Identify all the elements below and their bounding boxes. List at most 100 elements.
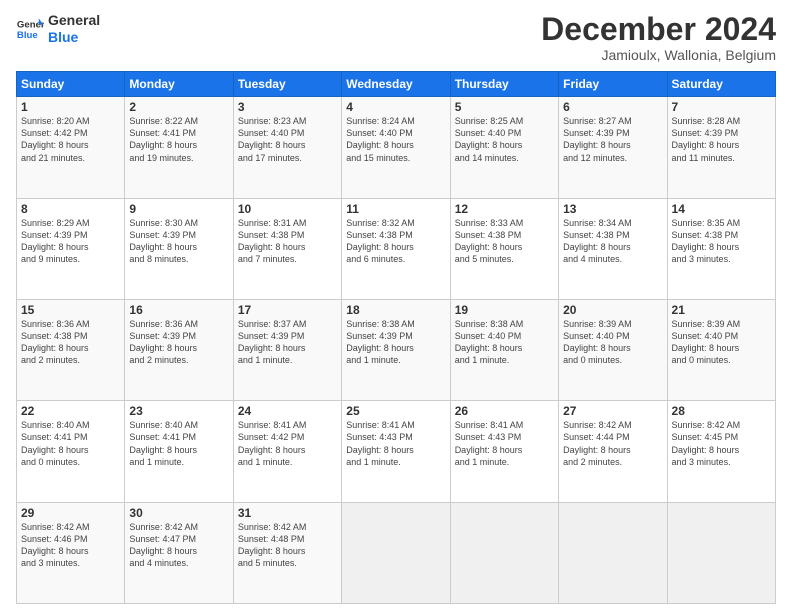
day-number: 30 — [129, 506, 228, 520]
cell-info: Sunrise: 8:23 AM Sunset: 4:40 PM Dayligh… — [238, 115, 337, 164]
day-number: 16 — [129, 303, 228, 317]
cell-info: Sunrise: 8:37 AM Sunset: 4:39 PM Dayligh… — [238, 318, 337, 367]
calendar-cell: 12Sunrise: 8:33 AM Sunset: 4:38 PM Dayli… — [450, 198, 558, 299]
calendar-week-1: 1Sunrise: 8:20 AM Sunset: 4:42 PM Daylig… — [17, 97, 776, 198]
day-number: 24 — [238, 404, 337, 418]
calendar-cell: 2Sunrise: 8:22 AM Sunset: 4:41 PM Daylig… — [125, 97, 233, 198]
calendar-week-5: 29Sunrise: 8:42 AM Sunset: 4:46 PM Dayli… — [17, 502, 776, 603]
calendar-cell: 27Sunrise: 8:42 AM Sunset: 4:44 PM Dayli… — [559, 401, 667, 502]
calendar-cell: 25Sunrise: 8:41 AM Sunset: 4:43 PM Dayli… — [342, 401, 450, 502]
calendar-week-2: 8Sunrise: 8:29 AM Sunset: 4:39 PM Daylig… — [17, 198, 776, 299]
calendar-cell: 19Sunrise: 8:38 AM Sunset: 4:40 PM Dayli… — [450, 299, 558, 400]
weekday-header-monday: Monday — [125, 72, 233, 97]
calendar-cell — [342, 502, 450, 603]
day-number: 2 — [129, 100, 228, 114]
cell-info: Sunrise: 8:32 AM Sunset: 4:38 PM Dayligh… — [346, 217, 445, 266]
day-number: 6 — [563, 100, 662, 114]
calendar-cell: 13Sunrise: 8:34 AM Sunset: 4:38 PM Dayli… — [559, 198, 667, 299]
weekday-header-row: SundayMondayTuesdayWednesdayThursdayFrid… — [17, 72, 776, 97]
calendar-cell — [559, 502, 667, 603]
weekday-header-wednesday: Wednesday — [342, 72, 450, 97]
day-number: 28 — [672, 404, 771, 418]
day-number: 20 — [563, 303, 662, 317]
logo-general: General — [48, 12, 100, 29]
calendar-cell — [667, 502, 775, 603]
day-number: 13 — [563, 202, 662, 216]
cell-info: Sunrise: 8:30 AM Sunset: 4:39 PM Dayligh… — [129, 217, 228, 266]
day-number: 1 — [21, 100, 120, 114]
calendar-cell: 24Sunrise: 8:41 AM Sunset: 4:42 PM Dayli… — [233, 401, 341, 502]
cell-info: Sunrise: 8:31 AM Sunset: 4:38 PM Dayligh… — [238, 217, 337, 266]
calendar-cell: 14Sunrise: 8:35 AM Sunset: 4:38 PM Dayli… — [667, 198, 775, 299]
calendar-cell: 18Sunrise: 8:38 AM Sunset: 4:39 PM Dayli… — [342, 299, 450, 400]
day-number: 26 — [455, 404, 554, 418]
calendar-cell: 6Sunrise: 8:27 AM Sunset: 4:39 PM Daylig… — [559, 97, 667, 198]
svg-text:Blue: Blue — [17, 30, 38, 41]
logo-blue: Blue — [48, 29, 100, 46]
weekday-header-friday: Friday — [559, 72, 667, 97]
day-number: 23 — [129, 404, 228, 418]
cell-info: Sunrise: 8:24 AM Sunset: 4:40 PM Dayligh… — [346, 115, 445, 164]
day-number: 11 — [346, 202, 445, 216]
calendar-week-4: 22Sunrise: 8:40 AM Sunset: 4:41 PM Dayli… — [17, 401, 776, 502]
cell-info: Sunrise: 8:29 AM Sunset: 4:39 PM Dayligh… — [21, 217, 120, 266]
calendar-cell: 3Sunrise: 8:23 AM Sunset: 4:40 PM Daylig… — [233, 97, 341, 198]
cell-info: Sunrise: 8:38 AM Sunset: 4:39 PM Dayligh… — [346, 318, 445, 367]
cell-info: Sunrise: 8:41 AM Sunset: 4:43 PM Dayligh… — [346, 419, 445, 468]
day-number: 14 — [672, 202, 771, 216]
cell-info: Sunrise: 8:39 AM Sunset: 4:40 PM Dayligh… — [672, 318, 771, 367]
day-number: 22 — [21, 404, 120, 418]
calendar-cell: 21Sunrise: 8:39 AM Sunset: 4:40 PM Dayli… — [667, 299, 775, 400]
calendar-cell: 1Sunrise: 8:20 AM Sunset: 4:42 PM Daylig… — [17, 97, 125, 198]
location: Jamioulx, Wallonia, Belgium — [541, 47, 776, 63]
calendar-cell: 30Sunrise: 8:42 AM Sunset: 4:47 PM Dayli… — [125, 502, 233, 603]
calendar-cell: 22Sunrise: 8:40 AM Sunset: 4:41 PM Dayli… — [17, 401, 125, 502]
calendar-week-3: 15Sunrise: 8:36 AM Sunset: 4:38 PM Dayli… — [17, 299, 776, 400]
calendar-cell: 17Sunrise: 8:37 AM Sunset: 4:39 PM Dayli… — [233, 299, 341, 400]
cell-info: Sunrise: 8:35 AM Sunset: 4:38 PM Dayligh… — [672, 217, 771, 266]
cell-info: Sunrise: 8:41 AM Sunset: 4:43 PM Dayligh… — [455, 419, 554, 468]
calendar-cell: 11Sunrise: 8:32 AM Sunset: 4:38 PM Dayli… — [342, 198, 450, 299]
cell-info: Sunrise: 8:42 AM Sunset: 4:44 PM Dayligh… — [563, 419, 662, 468]
day-number: 19 — [455, 303, 554, 317]
cell-info: Sunrise: 8:25 AM Sunset: 4:40 PM Dayligh… — [455, 115, 554, 164]
calendar-cell: 31Sunrise: 8:42 AM Sunset: 4:48 PM Dayli… — [233, 502, 341, 603]
day-number: 10 — [238, 202, 337, 216]
calendar-cell: 9Sunrise: 8:30 AM Sunset: 4:39 PM Daylig… — [125, 198, 233, 299]
calendar-cell: 28Sunrise: 8:42 AM Sunset: 4:45 PM Dayli… — [667, 401, 775, 502]
calendar-cell: 5Sunrise: 8:25 AM Sunset: 4:40 PM Daylig… — [450, 97, 558, 198]
page: General Blue General Blue December 2024 … — [0, 0, 792, 612]
logo: General Blue General Blue — [16, 12, 100, 46]
day-number: 8 — [21, 202, 120, 216]
day-number: 29 — [21, 506, 120, 520]
calendar-cell: 15Sunrise: 8:36 AM Sunset: 4:38 PM Dayli… — [17, 299, 125, 400]
cell-info: Sunrise: 8:22 AM Sunset: 4:41 PM Dayligh… — [129, 115, 228, 164]
cell-info: Sunrise: 8:42 AM Sunset: 4:45 PM Dayligh… — [672, 419, 771, 468]
day-number: 9 — [129, 202, 228, 216]
cell-info: Sunrise: 8:40 AM Sunset: 4:41 PM Dayligh… — [21, 419, 120, 468]
day-number: 4 — [346, 100, 445, 114]
day-number: 15 — [21, 303, 120, 317]
cell-info: Sunrise: 8:42 AM Sunset: 4:48 PM Dayligh… — [238, 521, 337, 570]
cell-info: Sunrise: 8:33 AM Sunset: 4:38 PM Dayligh… — [455, 217, 554, 266]
cell-info: Sunrise: 8:27 AM Sunset: 4:39 PM Dayligh… — [563, 115, 662, 164]
day-number: 27 — [563, 404, 662, 418]
cell-info: Sunrise: 8:39 AM Sunset: 4:40 PM Dayligh… — [563, 318, 662, 367]
day-number: 5 — [455, 100, 554, 114]
title-block: December 2024 Jamioulx, Wallonia, Belgiu… — [541, 12, 776, 63]
weekday-header-sunday: Sunday — [17, 72, 125, 97]
cell-info: Sunrise: 8:34 AM Sunset: 4:38 PM Dayligh… — [563, 217, 662, 266]
cell-info: Sunrise: 8:20 AM Sunset: 4:42 PM Dayligh… — [21, 115, 120, 164]
calendar-cell: 4Sunrise: 8:24 AM Sunset: 4:40 PM Daylig… — [342, 97, 450, 198]
logo-icon: General Blue — [16, 15, 44, 43]
calendar-cell: 23Sunrise: 8:40 AM Sunset: 4:41 PM Dayli… — [125, 401, 233, 502]
calendar-cell: 8Sunrise: 8:29 AM Sunset: 4:39 PM Daylig… — [17, 198, 125, 299]
header: General Blue General Blue December 2024 … — [16, 12, 776, 63]
cell-info: Sunrise: 8:41 AM Sunset: 4:42 PM Dayligh… — [238, 419, 337, 468]
calendar-cell: 20Sunrise: 8:39 AM Sunset: 4:40 PM Dayli… — [559, 299, 667, 400]
day-number: 12 — [455, 202, 554, 216]
calendar-cell — [450, 502, 558, 603]
day-number: 25 — [346, 404, 445, 418]
day-number: 31 — [238, 506, 337, 520]
calendar-cell: 10Sunrise: 8:31 AM Sunset: 4:38 PM Dayli… — [233, 198, 341, 299]
